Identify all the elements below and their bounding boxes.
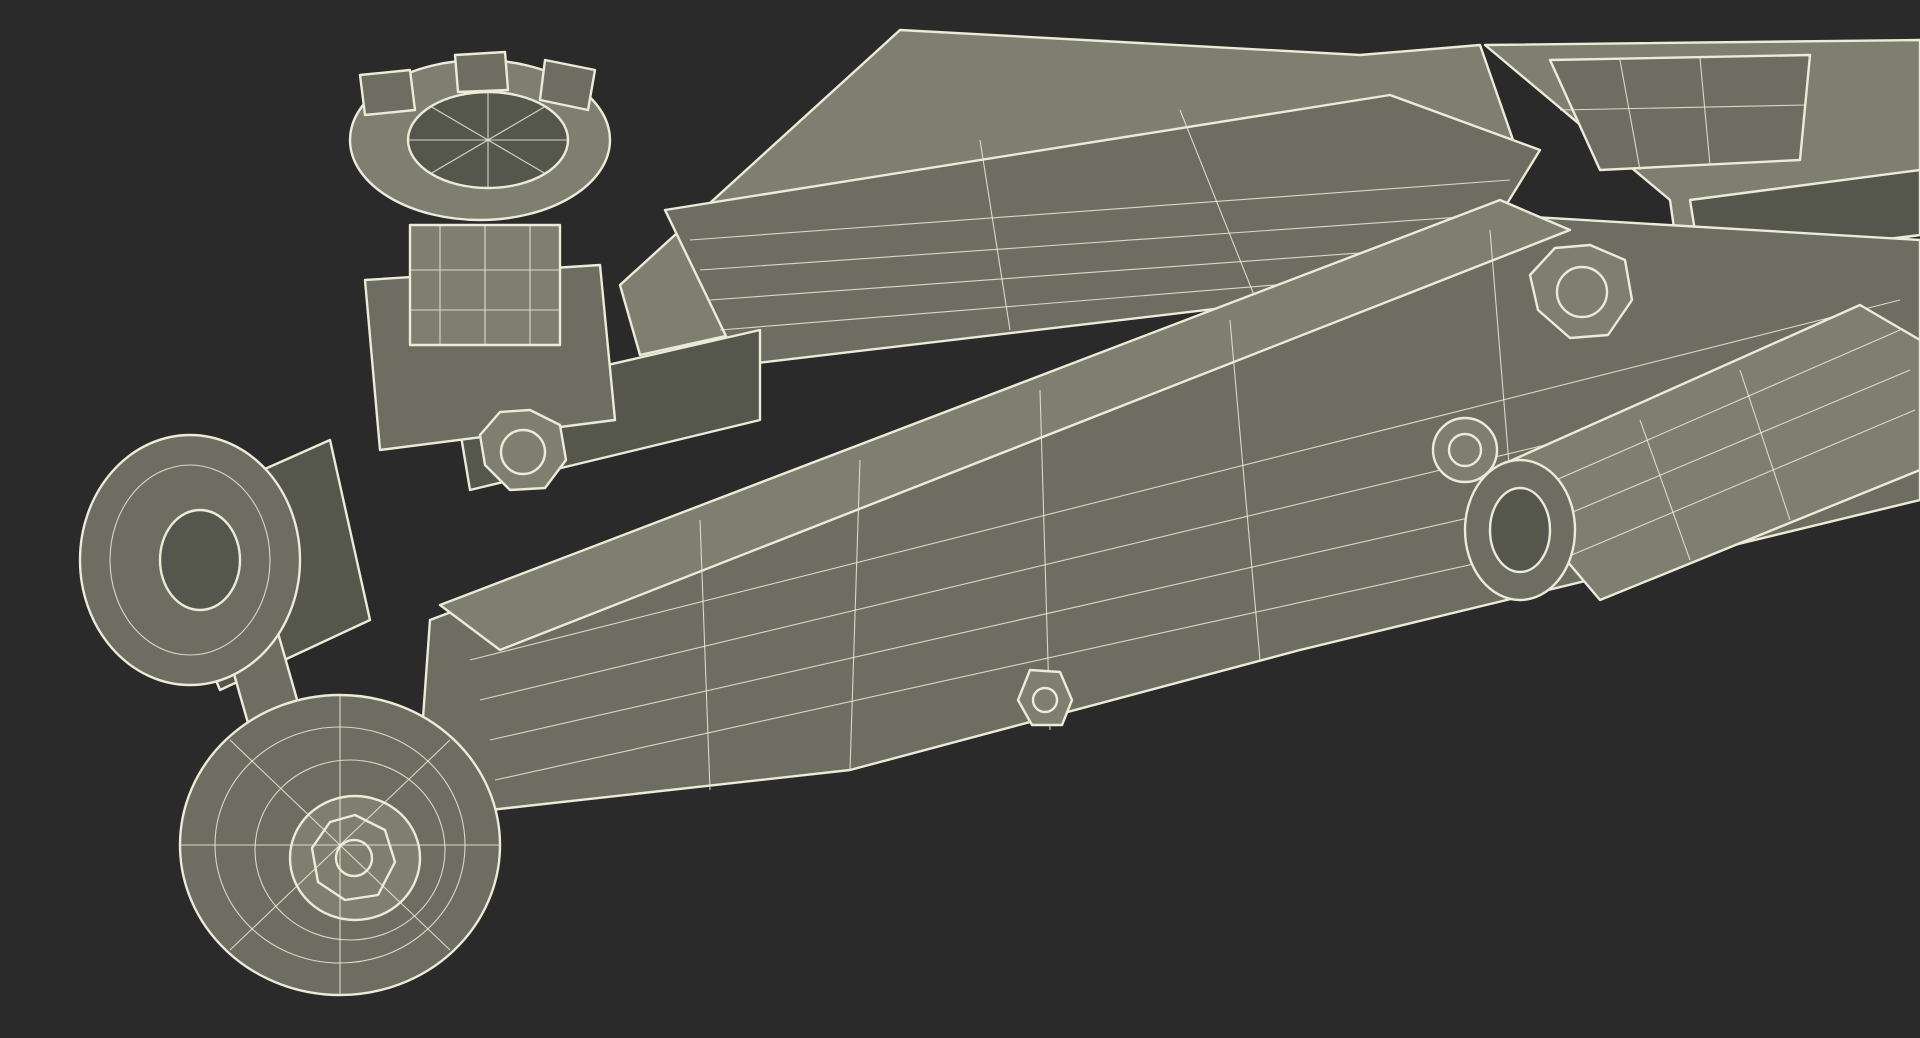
bolt-lower xyxy=(1016,668,1074,727)
floor-jack-render xyxy=(78,28,1920,997)
saddle-post xyxy=(348,50,617,452)
bolt-frame xyxy=(1431,416,1499,484)
wheel-rear-left xyxy=(78,433,302,687)
wheel-front xyxy=(178,693,502,997)
